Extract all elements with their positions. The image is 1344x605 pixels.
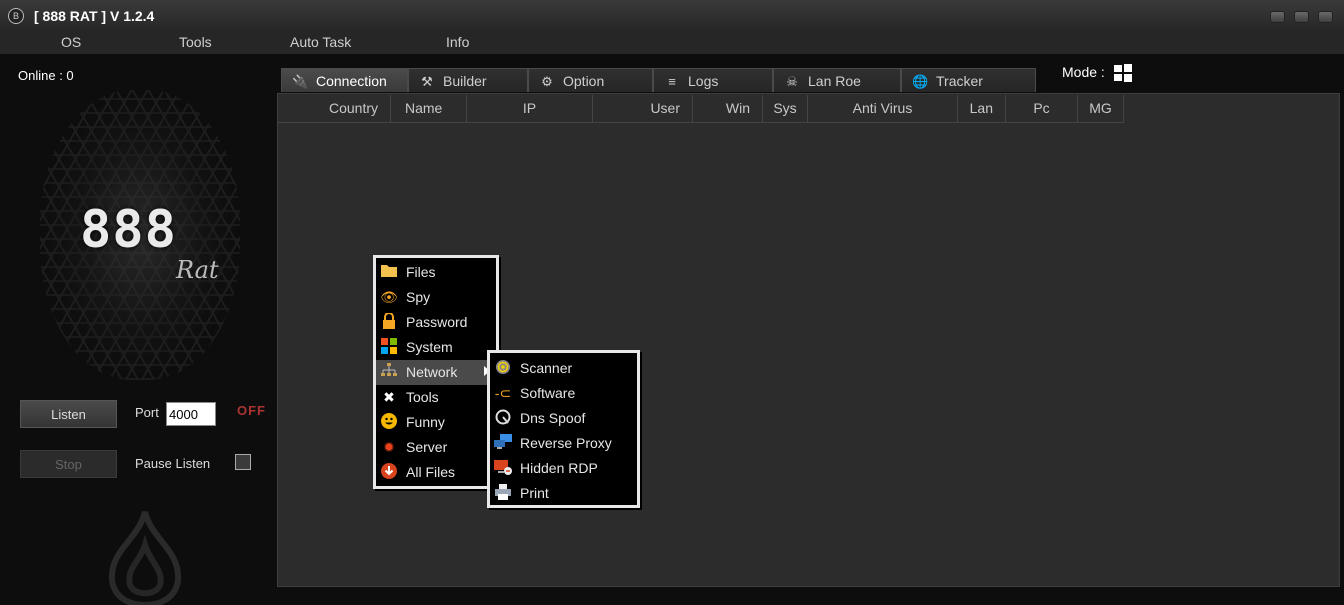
submenu-item-reverse-proxy[interactable]: Reverse Proxy bbox=[490, 431, 637, 456]
menu-item-network[interactable]: Network bbox=[376, 360, 496, 385]
window-title: [ 888 RAT ] V 1.2.4 bbox=[34, 8, 155, 24]
title-bar bbox=[0, 0, 1344, 32]
column-header-user[interactable]: User bbox=[593, 95, 693, 123]
submenu-item-dns-spoof[interactable]: Dns Spoof bbox=[490, 406, 637, 431]
menu-auto-task[interactable]: Auto Task bbox=[290, 34, 351, 50]
menu-item-funny[interactable]: Funny bbox=[376, 410, 496, 435]
column-header-ip[interactable]: IP bbox=[467, 95, 593, 123]
network-submenu: Scanner -⊂ Software Dns Spoof Reverse Pr… bbox=[487, 350, 640, 508]
gear-icon: ⚙ bbox=[541, 74, 553, 89]
column-header-pc[interactable]: Pc bbox=[1006, 95, 1078, 123]
port-label: Port bbox=[135, 405, 159, 420]
submenu-item-hidden-rdp[interactable]: Hidden RDP bbox=[490, 456, 637, 481]
port-input[interactable] bbox=[166, 402, 216, 426]
maximize-button[interactable] bbox=[1294, 11, 1309, 23]
eye-icon: 👁 bbox=[380, 289, 398, 305]
listen-button[interactable]: Listen bbox=[20, 400, 117, 428]
database-icon: ≡ bbox=[668, 74, 676, 89]
logo-888: 888 bbox=[80, 200, 177, 260]
windows-icon[interactable] bbox=[1114, 64, 1132, 82]
stop-button[interactable]: Stop bbox=[20, 450, 117, 478]
tab-option[interactable]: ⚙ Option bbox=[528, 68, 653, 92]
monitors-icon bbox=[494, 434, 512, 452]
column-header-lan[interactable]: Lan bbox=[958, 95, 1006, 123]
menu-item-server[interactable]: ✹ Server bbox=[376, 435, 496, 460]
menu-info[interactable]: Info bbox=[446, 34, 469, 50]
skull-icon: ☠ bbox=[786, 74, 798, 89]
listen-status: OFF bbox=[237, 403, 266, 418]
app-icon[interactable]: B bbox=[8, 8, 24, 24]
menu-item-all-files[interactable]: All Files bbox=[376, 460, 496, 485]
tab-tracker[interactable]: 🌐 Tracker bbox=[901, 68, 1036, 92]
column-header-anti-virus[interactable]: Anti Virus bbox=[808, 95, 958, 123]
row-header-spacer bbox=[277, 95, 291, 123]
pause-listen-label: Pause Listen bbox=[135, 456, 211, 471]
radar-icon bbox=[494, 359, 512, 377]
menu-os[interactable]: OS bbox=[61, 34, 81, 50]
close-button[interactable] bbox=[1318, 11, 1333, 23]
context-menu: Files 👁 Spy Password System Network ✖ To… bbox=[373, 255, 499, 489]
submenu-item-scanner[interactable]: Scanner bbox=[490, 356, 637, 381]
minimize-button[interactable] bbox=[1270, 11, 1285, 23]
column-header-country[interactable]: Country bbox=[291, 95, 391, 123]
menu-tools[interactable]: Tools bbox=[179, 34, 212, 50]
network-icon bbox=[380, 363, 398, 381]
column-header-win[interactable]: Win bbox=[693, 95, 763, 123]
tab-lan-roe[interactable]: ☠ Lan Roe bbox=[773, 68, 901, 92]
column-header-sys[interactable]: Sys bbox=[763, 95, 808, 123]
windows-icon bbox=[380, 338, 398, 356]
wrench-icon: ✖ bbox=[383, 389, 395, 405]
tab-connection[interactable]: 🔌 Connection bbox=[281, 68, 408, 92]
lock-icon bbox=[380, 312, 398, 331]
logo-rat: Rat bbox=[176, 256, 219, 284]
online-count: Online : 0 bbox=[18, 68, 74, 83]
smiley-icon bbox=[380, 413, 398, 431]
spoof-icon bbox=[494, 409, 512, 427]
submenu-item-print[interactable]: Print bbox=[490, 481, 637, 506]
menu-item-files[interactable]: Files bbox=[376, 260, 496, 285]
menu-item-password[interactable]: Password bbox=[376, 310, 496, 335]
tab-builder[interactable]: ⚒ Builder bbox=[408, 68, 528, 92]
folder-icon bbox=[380, 263, 398, 281]
virus-icon: ✹ bbox=[383, 439, 395, 455]
plug-icon: -⊂ bbox=[494, 385, 512, 401]
rdp-icon bbox=[494, 459, 512, 477]
menu-item-system[interactable]: System bbox=[376, 335, 496, 360]
column-header-mg[interactable]: MG bbox=[1078, 95, 1124, 123]
mode-label: Mode : bbox=[1062, 64, 1105, 80]
tab-logs[interactable]: ≡ Logs bbox=[653, 68, 773, 92]
printer-icon bbox=[494, 484, 512, 502]
tools-icon: ⚒ bbox=[421, 74, 433, 89]
column-header-name[interactable]: Name bbox=[391, 95, 467, 123]
pause-listen-checkbox[interactable] bbox=[235, 454, 251, 470]
menu-item-spy[interactable]: 👁 Spy bbox=[376, 285, 496, 310]
globe-icon: 🌐 bbox=[912, 74, 929, 89]
plug-icon: 🔌 bbox=[292, 74, 309, 89]
submenu-item-software[interactable]: -⊂ Software bbox=[490, 381, 637, 406]
flame-emblem-icon bbox=[108, 511, 182, 605]
menu-item-tools[interactable]: ✖ Tools bbox=[376, 385, 496, 410]
download-icon bbox=[380, 463, 398, 481]
